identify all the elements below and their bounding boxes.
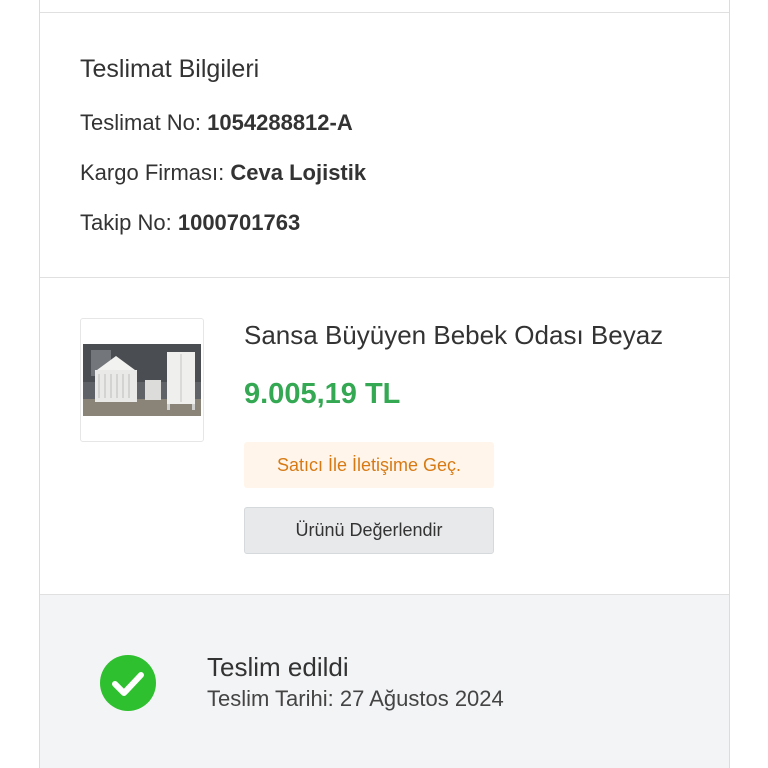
- carrier-label: Kargo Firması:: [80, 160, 225, 185]
- carrier-row: Kargo Firması: Ceva Lojistik: [80, 160, 366, 186]
- baby-room-furniture-image: [83, 344, 201, 416]
- product-price: 9.005,19 TL: [244, 378, 401, 410]
- delivery-status-section: Teslim edildi Teslim Tarihi: 27 Ağustos …: [40, 595, 729, 768]
- delivery-number-value: 1054288812-A: [207, 110, 353, 135]
- order-detail-card: Teslimat Bilgileri Teslimat No: 10542888…: [39, 0, 730, 768]
- delivery-info-title: Teslimat Bilgileri: [80, 55, 260, 83]
- carrier-value: Ceva Lojistik: [230, 160, 367, 185]
- delivery-number-row: Teslimat No: 1054288812-A: [80, 110, 353, 136]
- product-name[interactable]: Sansa Büyüyen Bebek Odası Beyaz: [244, 320, 663, 351]
- delivery-date: Teslim Tarihi: 27 Ağustos 2024: [207, 686, 504, 711]
- delivery-info-section: Teslimat Bilgileri Teslimat No: 10542888…: [40, 13, 729, 278]
- tracking-row: Takip No: 1000701763: [80, 210, 300, 236]
- delivery-number-label: Teslimat No:: [80, 110, 202, 135]
- contact-seller-button[interactable]: Satıcı İle İletişime Geç.: [244, 442, 494, 488]
- tracking-number-value[interactable]: 1000701763: [178, 210, 300, 235]
- review-product-button[interactable]: Ürünü Değerlendir: [244, 507, 494, 554]
- product-section: Sansa Büyüyen Bebek Odası Beyaz 9.005,19…: [40, 278, 729, 594]
- tracking-label: Takip No:: [80, 210, 172, 235]
- product-image[interactable]: [80, 318, 204, 442]
- delivery-status-title: Teslim edildi: [207, 652, 349, 682]
- check-circle-icon: [100, 655, 156, 711]
